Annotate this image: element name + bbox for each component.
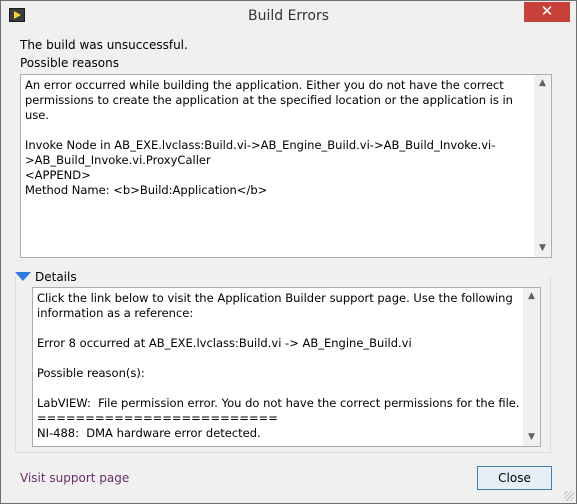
window-title: Build Errors xyxy=(247,8,329,24)
window-close-button[interactable]: ✕ xyxy=(524,2,570,22)
details-textbox[interactable]: Click the link below to visit the Applic… xyxy=(32,287,541,447)
scroll-up-arrow-icon[interactable]: ▲ xyxy=(523,288,540,305)
possible-reasons-text: An error occurred while building the app… xyxy=(25,78,513,197)
scroll-down-arrow-icon[interactable]: ▼ xyxy=(534,240,551,257)
possible-reasons-textbox[interactable]: An error occurred while building the app… xyxy=(20,74,552,258)
reasons-scrollbar[interactable]: ▲ ▼ xyxy=(534,75,551,257)
expand-triangle-icon[interactable] xyxy=(15,272,31,281)
close-button[interactable]: Close xyxy=(477,466,552,490)
build-errors-dialog: Build Errors ✕ The build was unsuccessfu… xyxy=(0,0,577,504)
title-bar[interactable]: Build Errors ✕ xyxy=(1,1,576,31)
scroll-down-arrow-icon[interactable]: ▼ xyxy=(523,429,540,446)
details-scrollbar[interactable]: ▲ ▼ xyxy=(523,288,540,446)
resize-grip[interactable] xyxy=(564,491,574,501)
visit-support-page-link[interactable]: Visit support page xyxy=(20,471,129,485)
build-status-text: The build was unsuccessful. xyxy=(20,38,188,52)
details-label: Details xyxy=(35,270,77,284)
possible-reasons-label: Possible reasons xyxy=(20,56,119,70)
scroll-up-arrow-icon[interactable]: ▲ xyxy=(534,75,551,92)
details-text: Click the link below to visit the Applic… xyxy=(37,291,520,440)
